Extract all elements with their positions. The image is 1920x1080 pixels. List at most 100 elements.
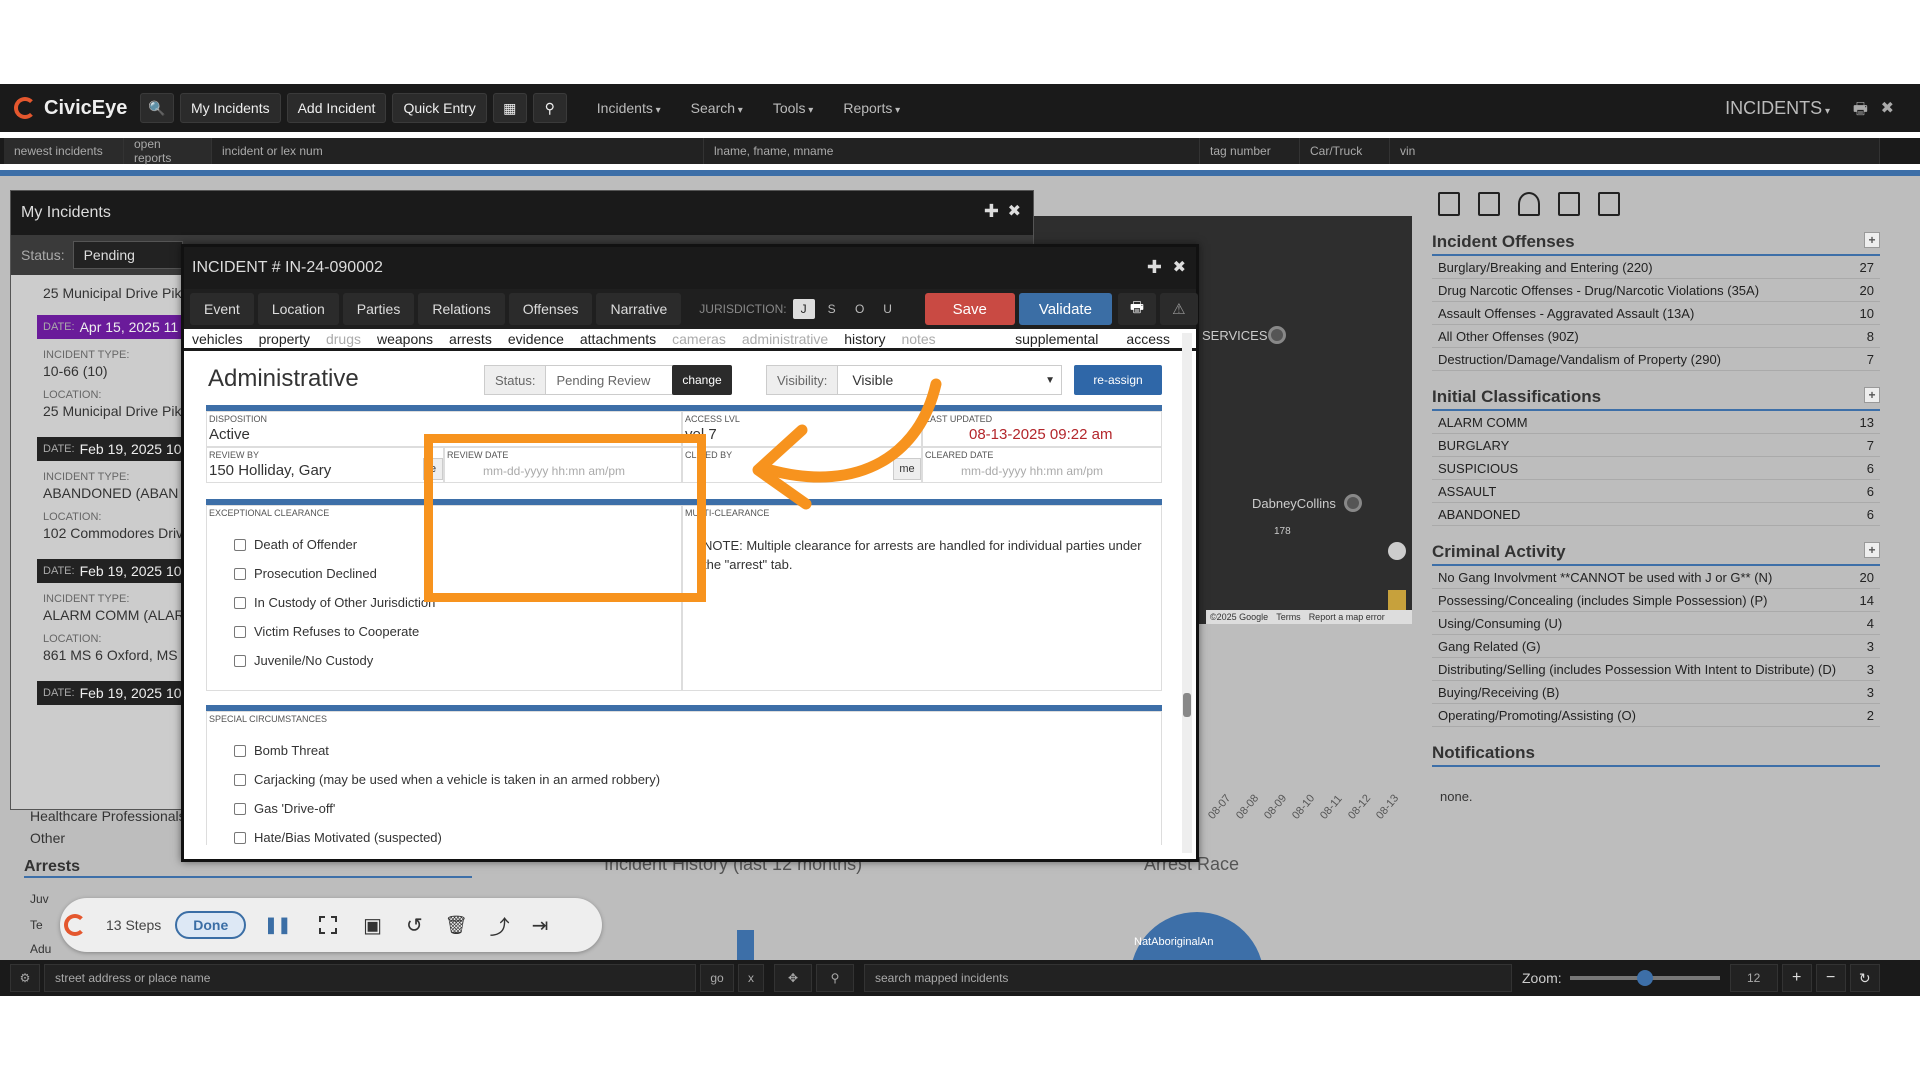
subtab-arrests[interactable]: arrests — [449, 331, 492, 347]
checkbox-option[interactable]: Prosecution Declined — [234, 566, 377, 581]
checkbox[interactable] — [234, 773, 246, 786]
incident-date[interactable]: DATE: Feb 19, 2025 10 — [37, 681, 187, 705]
upload-icon[interactable]: ⤴ — [490, 911, 510, 940]
calculator-icon[interactable] — [1438, 192, 1460, 216]
subtab-evidence[interactable]: evidence — [508, 331, 564, 347]
stats-row[interactable]: BURGLARY 7 — [1432, 434, 1880, 457]
clear-button[interactable]: x — [738, 964, 764, 992]
cleared-date-cell[interactable]: CLEARED DATE mm-dd-yyyy hh:mn am/pm — [922, 447, 1162, 483]
stats-row[interactable]: Destruction/Damage/Vandalism of Property… — [1432, 348, 1880, 371]
report-icon[interactable] — [1598, 192, 1620, 216]
subtab-notes[interactable]: notes — [901, 331, 935, 347]
my-incidents-button[interactable]: My Incidents — [180, 93, 281, 123]
subtab-history[interactable]: history — [844, 331, 885, 347]
jurisdiction-u[interactable]: U — [877, 299, 899, 319]
skip-icon[interactable]: ⇥ — [532, 913, 549, 938]
checkbox[interactable] — [234, 744, 246, 757]
checkbox-option[interactable]: Gas 'Drive-off' — [234, 801, 335, 816]
done-button[interactable]: Done — [175, 911, 247, 939]
subtab-drugs[interactable]: drugs — [326, 331, 361, 347]
map-pin-icon[interactable]: ⚲ — [532, 93, 567, 123]
subtab-cameras[interactable]: cameras — [672, 331, 726, 347]
stats-row[interactable]: Distributing/Selling (includes Possessio… — [1432, 658, 1880, 681]
incident-date[interactable]: DATE: Feb 19, 2025 10 — [37, 559, 187, 583]
search-menu[interactable]: Search — [691, 100, 743, 116]
stats-row[interactable]: Gang Related (G) 3 — [1432, 635, 1880, 658]
incident-date[interactable]: DATE: Apr 15, 2025 11 — [37, 315, 187, 339]
stats-row[interactable]: No Gang Involvment **CANNOT be used with… — [1432, 566, 1880, 589]
checkbox[interactable] — [234, 831, 246, 844]
stats-row[interactable]: ALARM COMM 13 — [1432, 411, 1880, 434]
stats-row[interactable]: Burglary/Breaking and Entering (220) 27 — [1432, 256, 1880, 279]
checkbox[interactable] — [234, 596, 246, 609]
open-reports-button[interactable]: open reports — [124, 137, 212, 165]
zoom-value[interactable]: 12 — [1729, 964, 1778, 992]
tab-parties[interactable]: Parties — [342, 293, 415, 325]
checkbox[interactable] — [234, 567, 246, 580]
zoom-in-icon[interactable]: + — [1781, 964, 1812, 992]
stats-row[interactable]: Using/Consuming (U) 4 — [1432, 612, 1880, 635]
checkbox-option[interactable]: In Custody of Other Jurisdiction — [234, 595, 435, 610]
trash-icon[interactable]: 🗑 — [445, 915, 468, 936]
stats-row[interactable]: ASSAULT 6 — [1432, 480, 1880, 503]
civiceye-logo[interactable]: CivicEye — [14, 97, 134, 120]
calculator-icon[interactable]: ▦ — [492, 93, 527, 123]
map-pin-icon[interactable] — [1268, 326, 1286, 344]
jurisdiction-s[interactable]: S — [821, 299, 843, 319]
expand-icon[interactable]: + — [1864, 542, 1880, 558]
stats-row[interactable]: Operating/Promoting/Assisting (O) 2 — [1432, 704, 1880, 727]
document-icon[interactable] — [1558, 192, 1580, 216]
subtab-weapons[interactable]: weapons — [377, 331, 433, 347]
close-icon[interactable]: ✖ — [1881, 98, 1894, 118]
name-input[interactable]: lname, fname, mname — [704, 138, 1200, 164]
stats-row[interactable]: All Other Offenses (90Z) 8 — [1432, 325, 1880, 348]
checkbox[interactable] — [234, 625, 246, 638]
stats-row[interactable]: ABANDONED 6 — [1432, 503, 1880, 526]
stats-row[interactable]: SUSPICIOUS 6 — [1432, 457, 1880, 480]
checkbox[interactable] — [234, 538, 246, 551]
dialog-scrollbar[interactable] — [1182, 333, 1192, 853]
settings-icon[interactable]: ⚙ — [10, 964, 40, 992]
save-button[interactable]: Save — [924, 293, 1015, 325]
tag-number-input[interactable]: tag number — [1200, 138, 1300, 164]
tab-relations[interactable]: Relations — [418, 293, 505, 325]
map-pin-icon[interactable] — [1344, 494, 1362, 512]
review-by-cell[interactable]: REVIEW BY 150 Holliday, Gary e — [206, 447, 444, 483]
zoom-slider[interactable] — [1569, 970, 1720, 986]
subtab-access[interactable]: access — [1126, 331, 1170, 347]
newest-incidents-button[interactable]: newest incidents — [4, 138, 124, 164]
jurisdiction-j[interactable]: J — [792, 299, 815, 319]
tab-event[interactable]: Event — [190, 293, 254, 325]
tab-location[interactable]: Location — [257, 293, 339, 325]
print-icon[interactable]: 🖶 — [1853, 98, 1868, 125]
change-button[interactable]: change — [672, 365, 732, 395]
vehicle-type-select[interactable]: Car/Truck — [1300, 138, 1390, 164]
subtab-vehicles[interactable]: vehicles — [192, 331, 243, 347]
warning-icon[interactable]: ⚠ — [1160, 293, 1198, 325]
map-terms-link[interactable]: Terms — [1276, 612, 1301, 622]
tab-narrative[interactable]: Narrative — [596, 293, 682, 325]
go-button[interactable]: go — [700, 964, 734, 992]
stats-row[interactable]: Buying/Receiving (B) 3 — [1432, 681, 1880, 704]
calendar-icon[interactable] — [1478, 192, 1500, 216]
incident-number-input[interactable]: incident or lex num — [212, 138, 704, 164]
map-icon[interactable] — [1518, 192, 1540, 216]
checkbox-option[interactable]: Juvenile/No Custody — [234, 653, 373, 668]
checkbox-option[interactable]: Victim Refuses to Cooperate — [234, 624, 419, 639]
search-mapped-input[interactable]: search mapped incidents — [864, 964, 1512, 992]
checkbox-option[interactable]: Bomb Threat — [234, 743, 329, 758]
address-input[interactable]: street address or place name — [44, 964, 696, 992]
undo-icon[interactable]: ↺ — [406, 913, 423, 938]
jurisdiction-o[interactable]: O — [849, 299, 871, 319]
incidents-menu[interactable]: Incidents — [597, 100, 661, 116]
vin-input[interactable]: vin — [1390, 138, 1880, 164]
blur-icon[interactable] — [319, 916, 338, 934]
reassign-button[interactable]: re-assign — [1074, 365, 1162, 395]
add-incident-button[interactable]: Add Incident — [286, 93, 387, 123]
map-report-link[interactable]: Report a map error — [1309, 612, 1385, 622]
close-icon[interactable]: ✖ — [1008, 201, 1021, 221]
refresh-icon[interactable]: ↻ — [1849, 964, 1880, 992]
pause-icon[interactable]: ❚❚ — [264, 915, 291, 935]
checkbox-option[interactable]: Hate/Bias Motivated (suspected) — [234, 830, 442, 845]
stats-row[interactable]: Possessing/Concealing (includes Simple P… — [1432, 589, 1880, 612]
